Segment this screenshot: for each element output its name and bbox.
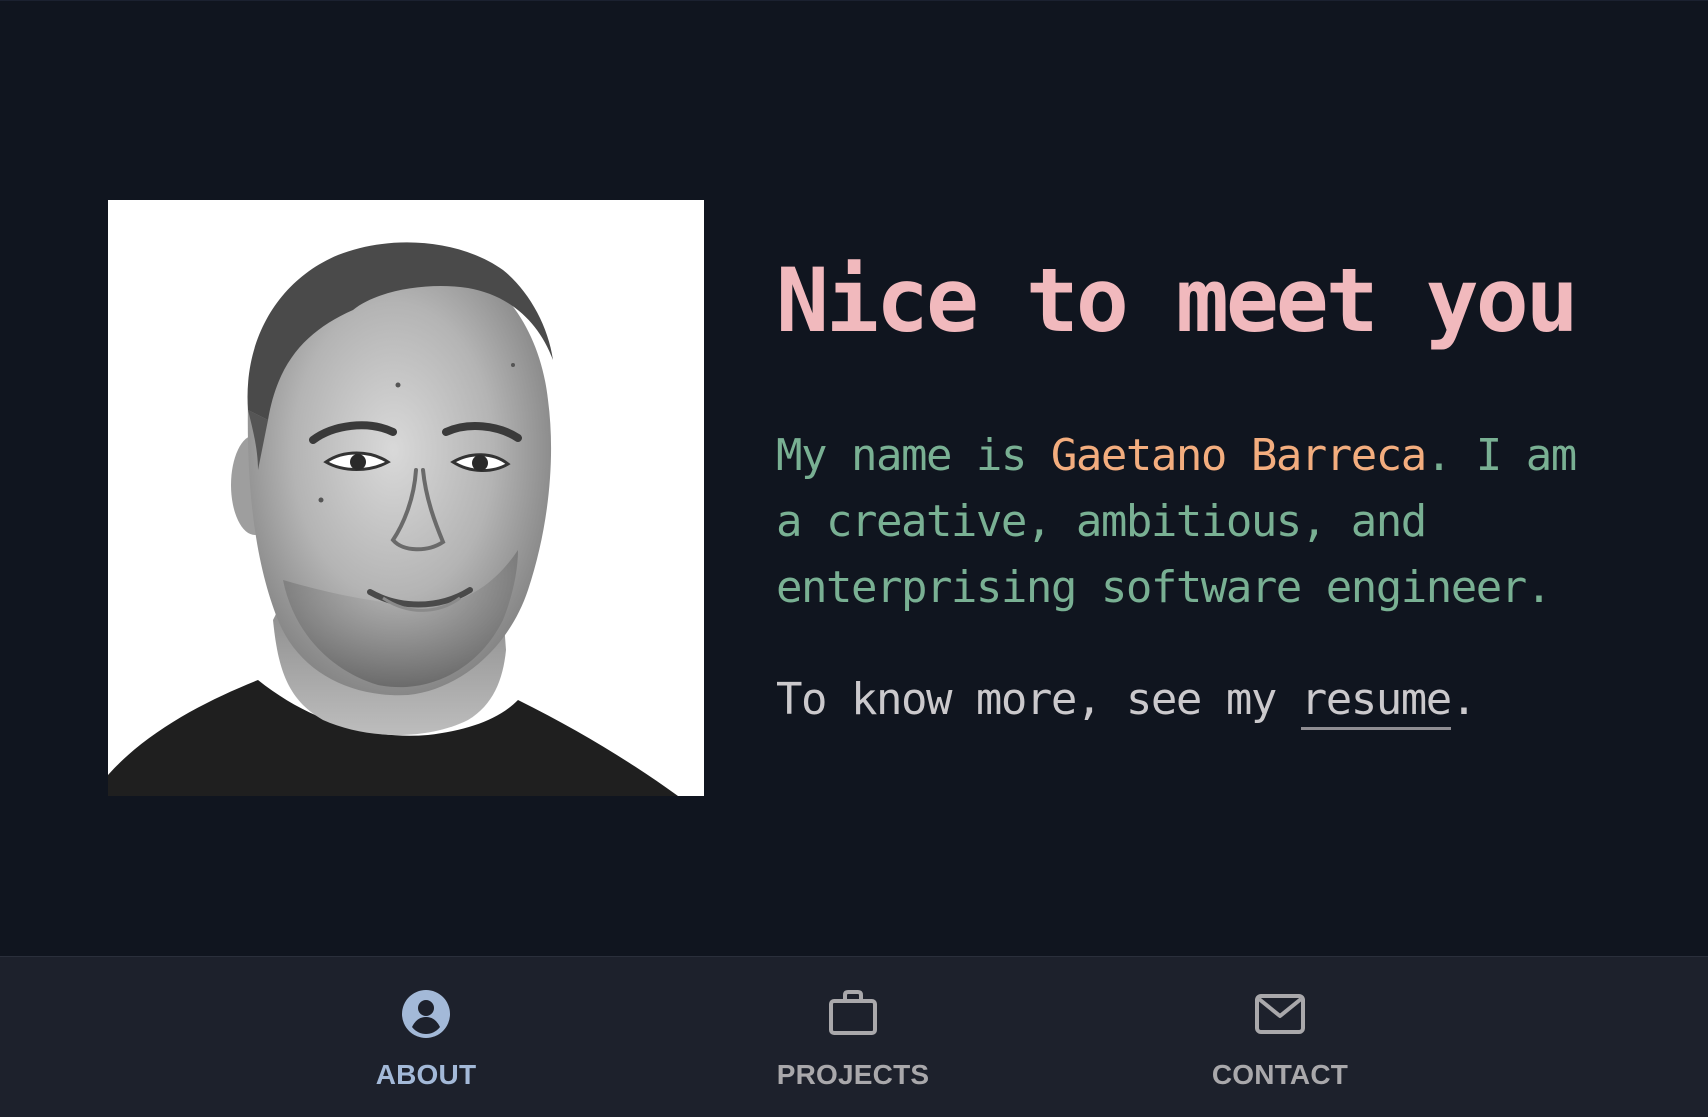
nav-label-about: ABOUT <box>375 1059 477 1090</box>
page-title: Nice to meet you <box>776 249 1579 352</box>
resume-suffix: . <box>1450 674 1478 725</box>
author-name: Gaetano Barreca <box>1050 430 1427 481</box>
nav-item-contact[interactable]: CONTACT <box>1150 957 1410 1117</box>
intro-prefix: My name is <box>776 430 1051 481</box>
nav-item-projects[interactable]: PROJECTS <box>723 957 983 1117</box>
intro-paragraph: My name is Gaetano Barreca. I am a creat… <box>776 423 1606 621</box>
intro-content: Nice to meet you My name is Gaetano Barr… <box>776 241 1656 733</box>
briefcase-icon <box>829 990 877 1035</box>
resume-prefix: To know more, see my <box>776 674 1301 725</box>
nav-item-about[interactable]: ABOUT <box>296 957 556 1117</box>
nav-label-contact: CONTACT <box>1211 1059 1349 1090</box>
resume-paragraph: To know more, see my resume. <box>776 667 1656 733</box>
account-circle-icon <box>402 990 450 1038</box>
bottom-navigation: ABOUT PROJECTS CONTACT <box>0 956 1708 1117</box>
profile-photo <box>108 200 704 796</box>
nav-label-projects: PROJECTS <box>776 1059 930 1090</box>
about-section: Nice to meet you My name is Gaetano Barr… <box>0 0 1708 957</box>
mail-icon <box>1255 994 1305 1034</box>
resume-link[interactable]: resume <box>1300 674 1452 730</box>
portrait-illustration <box>108 200 704 796</box>
